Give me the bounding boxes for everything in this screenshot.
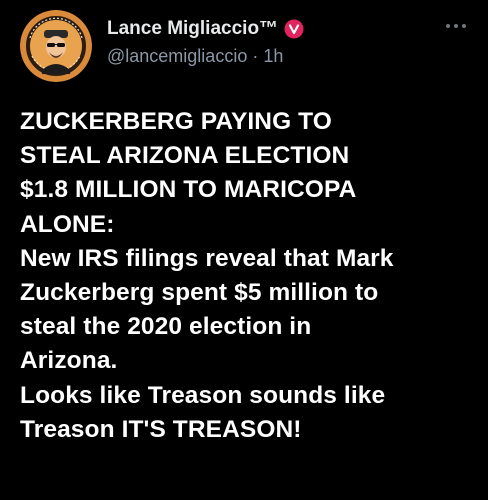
tweet-text-line: STEAL ARIZONA ELECTION	[20, 142, 350, 170]
tweet-text-line: Zuckerberg spent $5 million to	[20, 279, 379, 307]
more-dots-icon[interactable]	[442, 16, 470, 36]
tweet-text-line: Treason IT'S TREASON!	[20, 415, 302, 443]
display-name[interactable]: Lance Migliaccio™	[107, 18, 278, 40]
tweet-text-line: Looks like Treason sounds like	[20, 381, 386, 409]
tweet-text-line: ALONE:	[20, 210, 115, 238]
name-row: Lance Migliaccio™	[107, 17, 304, 41]
handle-row: @lancemigliaccio · 1h	[107, 46, 304, 67]
tweet-header: Lance Migliaccio™ @lancemigliaccio · 1h	[20, 10, 470, 82]
avatar-logo-icon	[20, 10, 92, 82]
tweet-text-line: ZUCKERBERG PAYING TO	[20, 108, 332, 135]
timestamp[interactable]: 1h	[263, 46, 283, 66]
tweet-text-line: $1.8 MILLION TO MARICOPA	[20, 176, 357, 204]
tweet-text-line: steal the 2020 election in	[20, 313, 312, 341]
tweet: Lance Migliaccio™ @lancemigliaccio·1h	[0, 0, 488, 500]
tweet-text: ZUCKERBERG PAYING TO STEAL ARIZONA ELECT…	[20, 105, 475, 447]
tweet-text-line: Arizona.	[20, 347, 118, 375]
verified-badge-icon	[284, 19, 304, 39]
author-info: Lance Migliaccio™ @lancemigliaccio · 1h	[107, 17, 304, 67]
avatar[interactable]	[20, 10, 92, 82]
author-handle[interactable]: @lancemigliaccio	[107, 46, 247, 66]
separator-dot: ·	[252, 46, 259, 66]
tweet-text-line: New IRS filings reveal that Mark	[20, 244, 394, 272]
